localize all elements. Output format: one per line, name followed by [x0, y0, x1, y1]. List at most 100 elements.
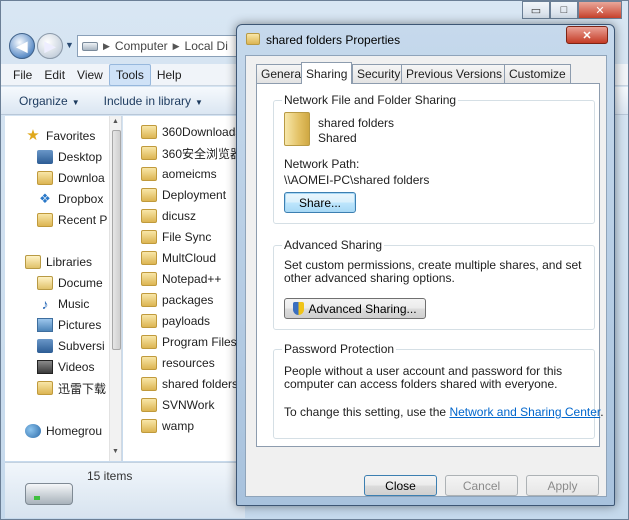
file-item[interactable]: payloads — [141, 312, 210, 330]
menu-view[interactable]: View — [71, 65, 109, 85]
folder-icon — [141, 356, 157, 370]
file-item[interactable]: File Sync — [141, 228, 211, 246]
tab-previous-versions[interactable]: Previous Versions — [401, 64, 508, 83]
file-item-label: SVNWork — [162, 398, 215, 412]
file-item-label: payloads — [162, 314, 211, 328]
properties-dialog: shared folders Properties ✕ General Shar… — [236, 24, 615, 506]
file-item[interactable]: packages — [141, 291, 213, 309]
nav-item-dropbox[interactable]: ❖ Dropbox — [37, 190, 103, 208]
network-path-label: Network Path: — [284, 157, 360, 171]
close-button[interactable]: Close — [364, 475, 437, 496]
homegroup-icon — [25, 424, 41, 438]
file-item[interactable]: dicusz — [141, 207, 196, 225]
scrollbar-thumb[interactable] — [112, 130, 121, 350]
pictures-icon — [37, 318, 53, 332]
tab-security[interactable]: Security — [352, 64, 406, 83]
advanced-sharing-button[interactable]: Advanced Sharing... — [284, 298, 426, 319]
tab-sharing[interactable]: Sharing — [301, 62, 353, 84]
tab-customize[interactable]: Customize — [504, 64, 571, 83]
nav-item-desktop[interactable]: Desktop — [37, 148, 102, 166]
dialog-close-button[interactable]: ✕ — [566, 26, 608, 44]
advanced-sharing-button-label: Advanced Sharing... — [308, 301, 417, 316]
nav-item-label: Videos — [58, 360, 95, 374]
nav-homegroup-label: Homegrou — [46, 424, 103, 438]
nav-item-label: Recent P — [58, 213, 108, 227]
nav-favorites[interactable]: ★ Favorites — [25, 127, 95, 145]
file-item-label: wamp — [162, 419, 195, 433]
file-item[interactable]: resources — [141, 354, 215, 372]
file-item[interactable]: Program Files ( — [141, 333, 243, 351]
nav-item-videos[interactable]: Videos — [37, 358, 94, 376]
menu-file[interactable]: File — [7, 65, 38, 85]
cancel-button[interactable]: Cancel — [445, 475, 518, 496]
network-sharing-center-link[interactable]: Network and Sharing Center — [449, 405, 600, 419]
music-icon: ♪ — [41, 296, 49, 312]
maximize-button[interactable]: □ — [550, 1, 578, 19]
apply-button[interactable]: Apply — [526, 475, 599, 496]
file-item-label: 360Downloads — [162, 125, 242, 139]
nav-item-downloads[interactable]: Downloa — [37, 169, 105, 187]
nav-item-label: Subversi — [58, 339, 105, 353]
nav-favorites-label: Favorites — [46, 129, 96, 143]
nav-item-music[interactable]: ♪ Music — [37, 295, 90, 313]
xunlei-folder-icon — [37, 381, 53, 395]
window-controls: ▭ □ ✕ — [522, 1, 622, 19]
details-pane: 15 items — [5, 462, 245, 518]
file-item[interactable]: SVNWork — [141, 396, 214, 414]
recent-places-icon — [37, 213, 53, 227]
videos-icon — [37, 360, 53, 374]
organize-button[interactable]: Organize ▼ — [19, 94, 80, 108]
sharing-tab-page: Network File and Folder Sharing shared f… — [256, 83, 604, 447]
nav-libraries[interactable]: Libraries — [25, 253, 92, 271]
file-item-label: File Sync — [162, 230, 212, 244]
navigation-pane: ★ Favorites Desktop Downloa ❖ Dropbox Rece… — [5, 116, 122, 461]
close-window-button[interactable]: ✕ — [578, 1, 622, 19]
include-in-library-label: Include in library — [103, 93, 191, 108]
scroll-up-arrow-icon[interactable]: ▲ — [112, 118, 119, 125]
breadcrumb-computer[interactable]: Computer — [115, 39, 168, 53]
back-button[interactable]: ◀ — [9, 33, 35, 59]
file-item[interactable]: MultCloud — [141, 249, 216, 267]
file-item[interactable]: Deployment — [141, 186, 226, 204]
chevron-down-icon: ▼ — [195, 97, 203, 107]
network-path-value: \\AOMEI-PC\shared folders — [284, 173, 430, 187]
nav-libraries-label: Libraries — [46, 255, 93, 269]
libraries-icon — [25, 255, 41, 269]
nav-item-documents[interactable]: Docume — [37, 274, 103, 292]
include-in-library-button[interactable]: Include in library ▼ — [104, 94, 203, 108]
nav-item-recent-places[interactable]: Recent P — [37, 211, 107, 229]
documents-icon — [37, 276, 53, 290]
menu-help[interactable]: Help — [151, 65, 188, 85]
file-item[interactable]: 360Downloads — [141, 123, 241, 141]
file-item[interactable]: Notepad++ — [141, 270, 221, 288]
file-item[interactable]: 360安全浏览器 — [141, 144, 242, 162]
folder-icon — [141, 377, 157, 391]
nav-homegroup[interactable]: Homegrou — [25, 422, 102, 440]
scroll-down-arrow-icon[interactable]: ▼ — [112, 448, 119, 455]
file-item-label: packages — [162, 293, 214, 307]
subversion-icon — [37, 339, 53, 353]
chevron-right-icon: ▶ — [172, 40, 180, 51]
password-protection-group: Password Protection People without a use… — [273, 342, 604, 439]
change-setting-text: To change this setting, use the Network … — [284, 406, 604, 419]
file-item[interactable]: shared folders — [141, 375, 238, 393]
shared-folder-name: shared folders — [318, 116, 395, 130]
shared-folder-state: Shared — [318, 131, 357, 145]
forward-button[interactable]: ▶ — [37, 33, 63, 59]
folder-icon — [141, 146, 157, 160]
dialog-titlebar[interactable]: shared folders Properties ✕ — [237, 25, 614, 53]
nav-item-pictures[interactable]: Pictures — [37, 316, 101, 334]
menu-tools[interactable]: Tools — [108, 63, 151, 86]
recent-pages-dropdown[interactable]: ▼ — [65, 40, 74, 50]
nav-pane-scrollbar[interactable]: ▲ ▼ — [109, 116, 121, 461]
breadcrumb-local-disk[interactable]: Local Di — [185, 39, 228, 53]
share-button[interactable]: Share... — [284, 192, 356, 213]
minimize-button[interactable]: ▭ — [522, 1, 550, 19]
nav-item-subversion[interactable]: Subversi — [37, 337, 105, 355]
menu-edit[interactable]: Edit — [38, 65, 71, 85]
nav-item-xunlei[interactable]: 迅雷下载 — [37, 379, 106, 397]
folder-icon — [141, 272, 157, 286]
file-item[interactable]: aomeicms — [141, 165, 217, 183]
file-item[interactable]: wamp — [141, 417, 194, 435]
file-item-label: resources — [162, 356, 215, 370]
